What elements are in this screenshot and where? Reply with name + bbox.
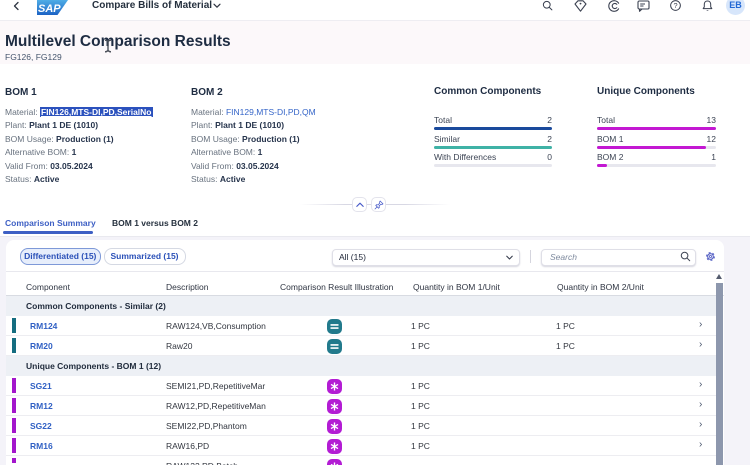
svg-text:?: ? [673,1,677,10]
svg-text:SAP: SAP [38,3,61,15]
